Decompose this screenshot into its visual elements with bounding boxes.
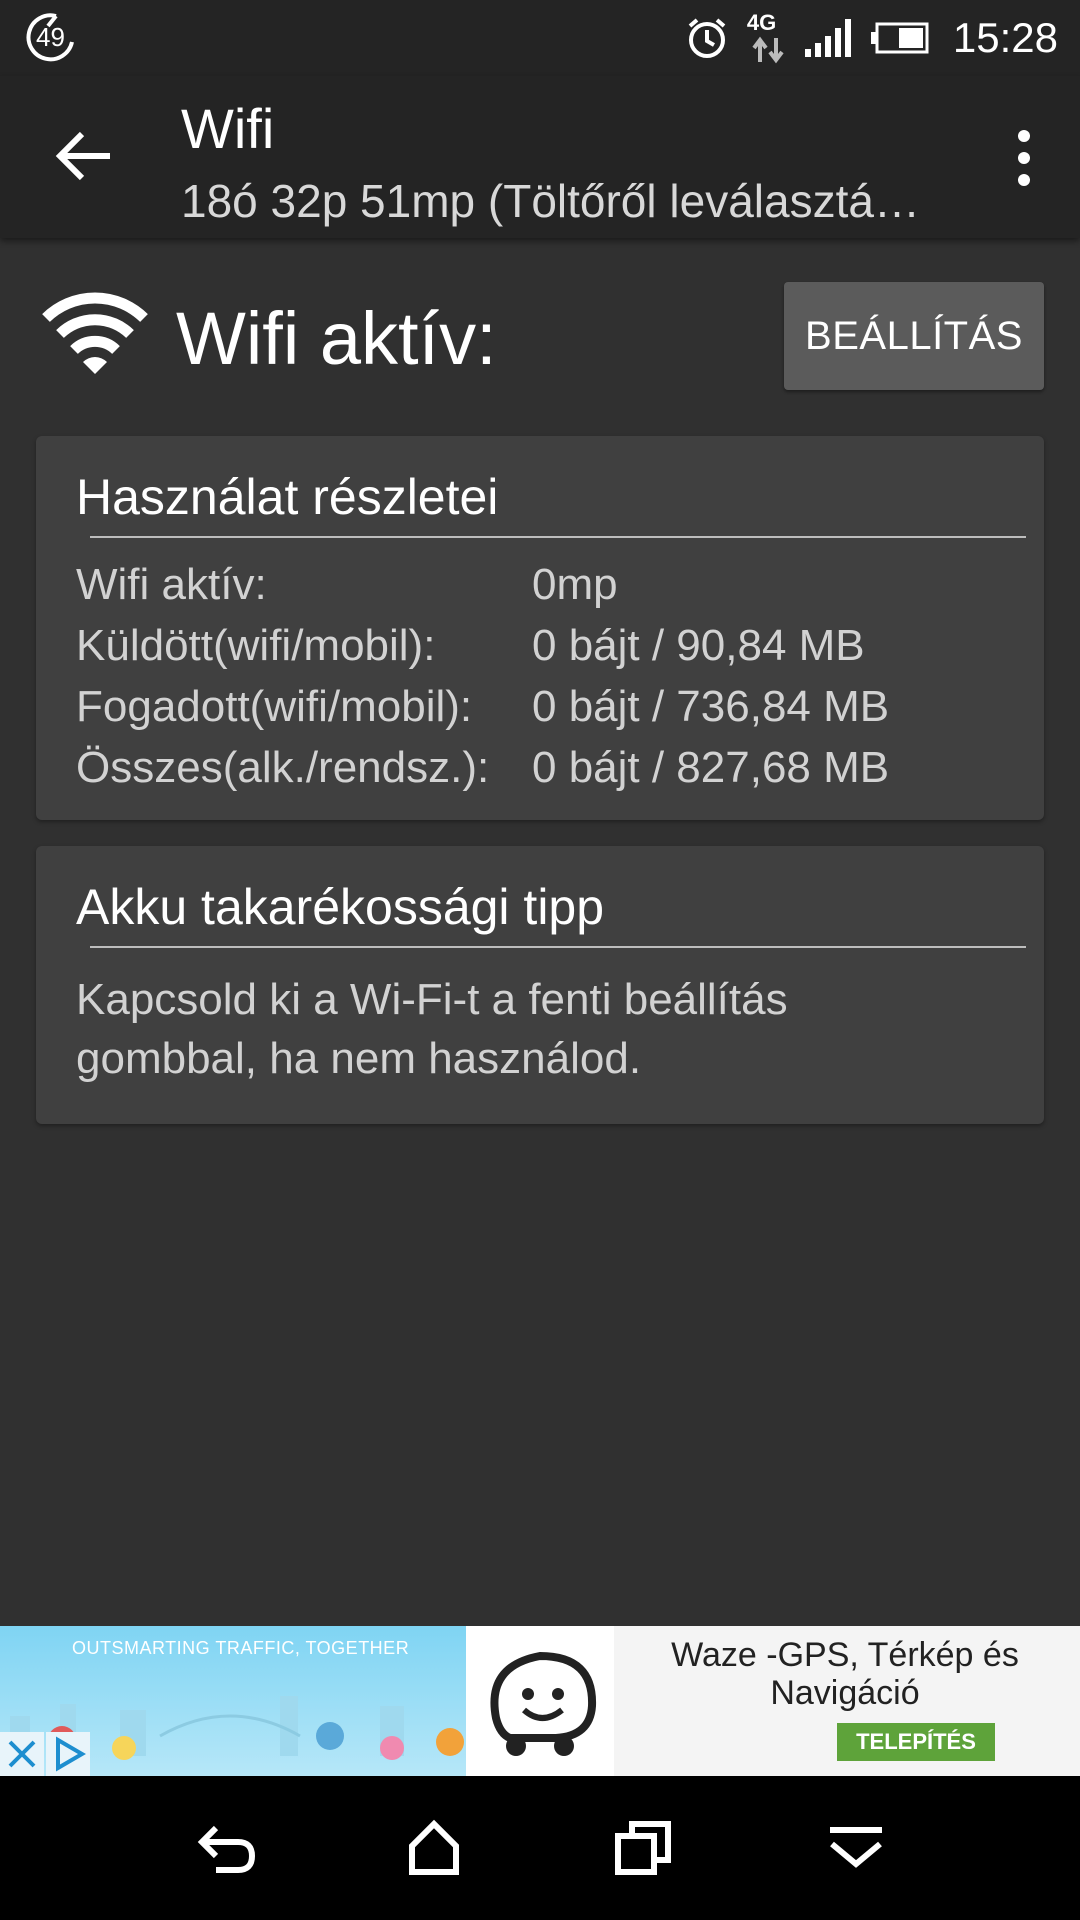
app-bar: Wifi 18ó 32p 51mp (Töltőről leválasztá… [0,76,1080,238]
usage-value: 0 bájt / 736,84 MB [532,682,890,731]
battery-tip-card: Akku takarékossági tipp Kapcsold ki a Wi… [36,846,1044,1124]
navigation-bar [0,1776,1080,1920]
arrow-left-icon [55,131,110,181]
undo-back-icon [197,1825,256,1873]
usage-value: 0 bájt / 90,84 MB [532,621,865,670]
wifi-status-heading: Wifi aktív: [176,297,497,380]
divider [90,536,1026,538]
nav-back-button[interactable] [190,1812,262,1884]
usage-label: Wifi aktív: [76,560,267,609]
ad-title: Waze -GPS, Térkép és Navigáció [671,1636,1019,1712]
ad-banner[interactable]: OUTSMARTING TRAFFIC, TOGETHER Waze -GPS,… [0,1626,1080,1776]
settings-button[interactable]: BEÁLLÍTÁS [784,282,1044,390]
ad-choices-button[interactable] [46,1732,90,1776]
more-vert-icon [1018,130,1030,186]
signal-icon [804,19,853,57]
usage-label: Összes(alk./rendsz.): [76,743,490,792]
ad-image[interactable]: OUTSMARTING TRAFFIC, TOGETHER [0,1626,466,1776]
usage-value: 0mp [532,560,618,609]
usage-label: Küldött(wifi/mobil): [76,621,436,670]
page-title: Wifi [181,97,275,160]
status-time: 15:28 [952,14,1058,61]
waze-logo [466,1626,614,1776]
tip-card-title: Akku takarékossági tipp [76,879,605,935]
nav-home-button[interactable] [398,1812,470,1884]
tip-text: Kapcsold ki a Wi-Fi-t a fenti beállítás … [76,975,788,1083]
status-badge-number: 49 [36,22,65,52]
back-button[interactable] [52,124,116,188]
usage-label: Fogadott(wifi/mobil): [76,682,473,731]
recent-apps-icon [615,1821,671,1875]
usage-card-title: Használat részletei [76,469,499,525]
page-subtitle: 18ó 32p 51mp (Töltőről leválasztá… [181,175,920,227]
ad-slogan: OUTSMARTING TRAFFIC, TOGETHER [72,1638,410,1658]
network-4g-icon: 4G [747,10,787,66]
close-icon [8,1740,36,1768]
nav-recents-button[interactable] [608,1812,680,1884]
divider [90,946,1026,948]
adchoices-icon [56,1736,86,1772]
status-bar: 49 4G 15:28 [0,0,1080,76]
usage-details-card: Használat részletei Wifi aktív: 0mp Küld… [36,436,1044,820]
wifi-icon [42,292,148,376]
battery-icon [870,22,929,54]
nav-notifications-button[interactable] [820,1812,892,1884]
network-type-label: 4G [746,10,777,35]
ad-install-button[interactable]: TELEPÍTÉS [837,1723,995,1761]
chevron-down-icon [830,1827,882,1868]
usage-value: 0 bájt / 827,68 MB [532,743,890,792]
ad-close-button[interactable] [0,1732,44,1776]
alarm-icon [685,16,729,60]
overflow-menu-button[interactable] [1004,128,1044,188]
home-icon [409,1819,459,1875]
